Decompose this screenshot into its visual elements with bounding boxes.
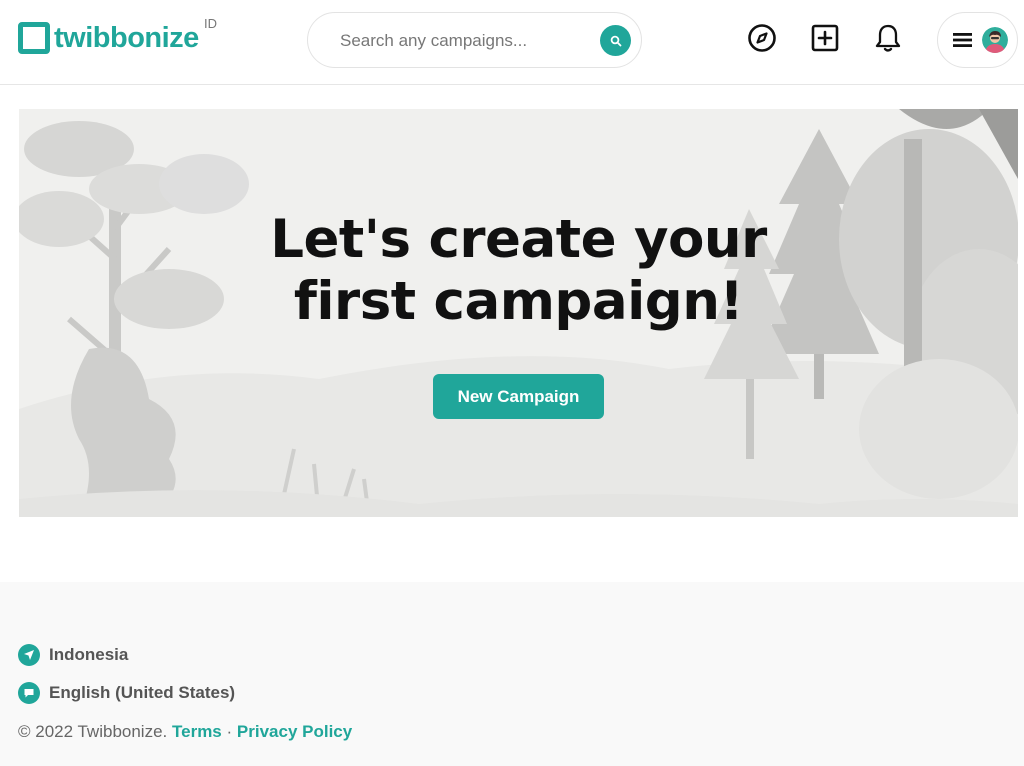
footer-separator: · (226, 722, 233, 741)
language-label: English (United States) (49, 683, 236, 702)
copyright-line: © 2022 Twibbonize. Terms · Privacy Polic… (18, 722, 352, 742)
hero-title-line1: Let's create your (270, 209, 767, 270)
chat-bubble-icon (18, 682, 40, 704)
copyright-text: © 2022 Twibbonize. (18, 722, 168, 741)
logo-square-icon (18, 22, 50, 54)
create-campaign-button[interactable] (809, 22, 841, 54)
location-arrow-icon (18, 644, 40, 666)
plus-square-icon (811, 24, 839, 52)
language-selector[interactable]: English (United States) (18, 681, 235, 705)
footer: Indonesia English (United States) © 2022… (0, 582, 1024, 766)
search-icon (610, 35, 621, 46)
top-navbar: twibbonize ID (0, 0, 1024, 85)
hero-banner: Let's create your first campaign! New Ca… (19, 109, 1018, 517)
logo-text: twibbonize (54, 21, 199, 54)
privacy-policy-link[interactable]: Privacy Policy (237, 722, 352, 741)
bell-icon (875, 24, 901, 52)
avatar (982, 27, 1008, 53)
account-menu-button[interactable] (937, 12, 1018, 68)
terms-link[interactable]: Terms (172, 722, 222, 741)
search-bar (307, 12, 642, 68)
menu-icon (953, 33, 972, 47)
explore-button[interactable] (746, 22, 778, 54)
search-button[interactable] (600, 25, 631, 56)
twibbonize-logo[interactable]: twibbonize (18, 18, 199, 58)
logo-region-label: ID (204, 16, 217, 31)
search-input[interactable] (340, 27, 590, 55)
hero-title-line2: first campaign! (293, 271, 744, 332)
new-campaign-button[interactable]: New Campaign (433, 374, 604, 419)
compass-icon (748, 24, 776, 52)
country-label: Indonesia (49, 645, 129, 664)
notifications-button[interactable] (872, 22, 904, 54)
hero-title: Let's create your first campaign! (19, 209, 1018, 333)
country-selector[interactable]: Indonesia (18, 643, 128, 667)
